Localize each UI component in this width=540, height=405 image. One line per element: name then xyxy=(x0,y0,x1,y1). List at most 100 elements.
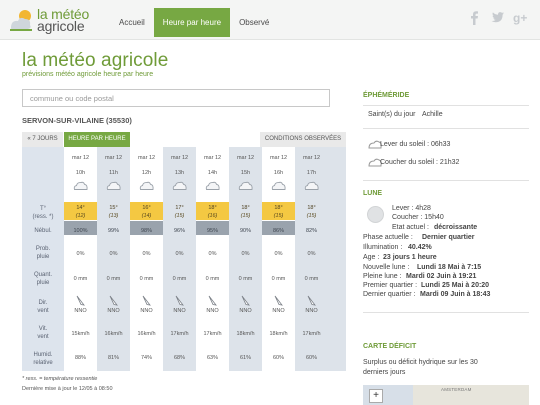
nebulosity-value: 96% xyxy=(173,228,185,234)
feels-like-value: (14) xyxy=(141,213,152,219)
row-labels: T° (ress. *) Nébul. Prob. pluie Quant. p… xyxy=(22,147,64,371)
ephemeride-title: ÉPHÉMÉRIDE xyxy=(363,92,410,99)
moon-phase-value: Dernier quartier xyxy=(422,234,475,241)
feels-like-value: (15) xyxy=(306,213,317,219)
moon-last-label: Dernier quartier : xyxy=(363,291,416,298)
location-title: SERVON-SUR-VILAINE (35530) xyxy=(22,116,132,125)
hour-column: mar 12 14h 18° (16) 95% 0% 0 mm NNO 17km/h 63% xyxy=(196,147,229,371)
wind-direction-icon xyxy=(109,295,118,306)
saint-label: Saint(s) du jour xyxy=(368,111,416,118)
temperature-value: 18° xyxy=(307,205,316,211)
twitter-icon[interactable] xyxy=(490,10,505,25)
deficit-map[interactable]: AMSTERDAM + xyxy=(363,385,529,405)
wind-speed: 15km/h xyxy=(71,331,90,337)
wind-direction: NNO xyxy=(107,308,120,314)
temperature-value: 18° xyxy=(274,205,283,211)
temperature-value: 14° xyxy=(76,205,85,211)
nebulosity-value: 82% xyxy=(305,228,317,234)
search-input[interactable] xyxy=(22,89,330,107)
wind-speed: 17km/h xyxy=(302,331,321,337)
sunrise-text: Lever du soleil : 06h33 xyxy=(380,141,451,148)
hour-label: 14h xyxy=(207,170,218,176)
tab-conditions-observees[interactable]: CONDITIONS OBSERVÉES xyxy=(260,132,346,147)
wind-speed: 16km/h xyxy=(104,331,123,337)
map-zoom-in-button[interactable]: + xyxy=(369,389,383,403)
label-temp-feels: (ress. *) xyxy=(32,214,54,220)
svg-text:g+: g+ xyxy=(513,11,527,25)
rain-probability: 0% xyxy=(142,251,151,257)
label-vit-2: vent xyxy=(37,334,49,340)
label-dir-2: vent xyxy=(37,308,49,314)
hour-label: 12h xyxy=(141,170,152,176)
feels-like-value: (13) xyxy=(108,213,119,219)
label-hum-2: relative xyxy=(33,360,53,366)
hour-date: mar 12 xyxy=(269,155,288,161)
logo-icon xyxy=(10,10,32,31)
wind-direction: NNO xyxy=(206,308,219,314)
wind-direction-icon xyxy=(307,295,316,306)
tab-7-jours[interactable]: « 7 JOURS xyxy=(22,132,63,147)
forecast-table: T° (ress. *) Nébul. Prob. pluie Quant. p… xyxy=(22,147,346,371)
logo-text-line2: agricole xyxy=(37,18,85,34)
temperature-value: 18° xyxy=(208,205,217,211)
moon-age-label: Age : xyxy=(363,254,380,261)
cloud-icon xyxy=(304,181,319,190)
moon-new-value: Lundi 18 Mai à 7:15 xyxy=(417,264,482,271)
tab-heure-par-heure[interactable]: HEURE PAR HEURE xyxy=(64,132,130,147)
hour-date: mar 12 xyxy=(302,155,321,161)
hour-label: 15h xyxy=(240,170,251,176)
nav-observe[interactable]: Observé xyxy=(230,8,278,37)
rain-probability: 0% xyxy=(307,251,316,257)
humidity-value: 60% xyxy=(272,355,284,361)
temperature-value: 16° xyxy=(142,205,151,211)
wind-direction: NNO xyxy=(173,308,186,314)
facebook-icon[interactable] xyxy=(467,10,482,25)
hour-date: mar 12 xyxy=(203,155,222,161)
feels-like-value: (12) xyxy=(75,213,86,219)
cloud-icon xyxy=(106,181,121,190)
humidity-value: 63% xyxy=(206,355,218,361)
hour-date: mar 12 xyxy=(71,155,90,161)
site-logo[interactable]: la météo agricole xyxy=(8,6,108,36)
rain-quantity: 0 mm xyxy=(271,276,286,282)
rain-quantity: 0 mm xyxy=(73,276,88,282)
nebulosity-value: 90% xyxy=(239,228,251,234)
feels-like-value: (16) xyxy=(207,213,218,219)
label-nebul: Nébul. xyxy=(34,228,52,234)
moon-phase-label: Phase actuelle : xyxy=(363,234,413,241)
temperature-value: 18° xyxy=(241,205,250,211)
moon-first-label: Premier quartier : xyxy=(363,282,418,289)
nebulosity-value: 86% xyxy=(272,228,284,234)
nav-heure-par-heure[interactable]: Heure par heure xyxy=(153,8,231,37)
wind-direction: NNO xyxy=(305,308,318,314)
wind-direction: NNO xyxy=(239,308,252,314)
label-dir-1: Dir. xyxy=(38,300,48,306)
temperature-value: 15° xyxy=(109,205,118,211)
humidity-value: 60% xyxy=(305,355,317,361)
nav-accueil[interactable]: Accueil xyxy=(110,8,154,37)
saint-value: Achille xyxy=(422,111,443,118)
rain-quantity: 0 mm xyxy=(172,276,187,282)
footnote: * ress. = température ressentie xyxy=(22,376,98,382)
rain-probability: 0% xyxy=(109,251,118,257)
divider xyxy=(363,105,529,106)
rain-quantity: 0 mm xyxy=(139,276,154,282)
hour-column: mar 12 15h 18° (15) 90% 0% 0 mm NNO 18km/h 61% xyxy=(229,147,262,371)
rain-quantity: 0 mm xyxy=(304,276,319,282)
rain-quantity: 0 mm xyxy=(205,276,220,282)
rain-probability: 0% xyxy=(76,251,85,257)
label-quant-2: pluie xyxy=(36,280,50,286)
hour-label: 13h xyxy=(174,170,185,176)
hour-column: mar 12 10h 14° (12) 100% 0% 0 mm NNO 15km/h 88% xyxy=(64,147,97,371)
deficit-text-1: Surplus ou déficit hydrique sur les 30 xyxy=(363,359,478,366)
nebulosity-value: 99% xyxy=(107,228,119,234)
wind-direction: NNO xyxy=(140,308,153,314)
moon-last-value: Mardi 09 Juin à 18:43 xyxy=(420,291,491,298)
hour-column: mar 12 12h 16° (14) 98% 0% 0 mm NNO 16km/h 74% xyxy=(130,147,163,371)
hour-column: mar 12 16h 18° (15) 86% 0% 0 mm NNO 18km/h 60% xyxy=(262,147,295,371)
moon-rise: Lever : 4h28 xyxy=(392,205,431,212)
main-nav: Accueil Heure par heure Observé xyxy=(110,8,278,37)
feels-like-value: (15) xyxy=(240,213,251,219)
google-plus-icon[interactable]: g+ xyxy=(513,10,528,25)
wind-direction: NNO xyxy=(74,308,87,314)
